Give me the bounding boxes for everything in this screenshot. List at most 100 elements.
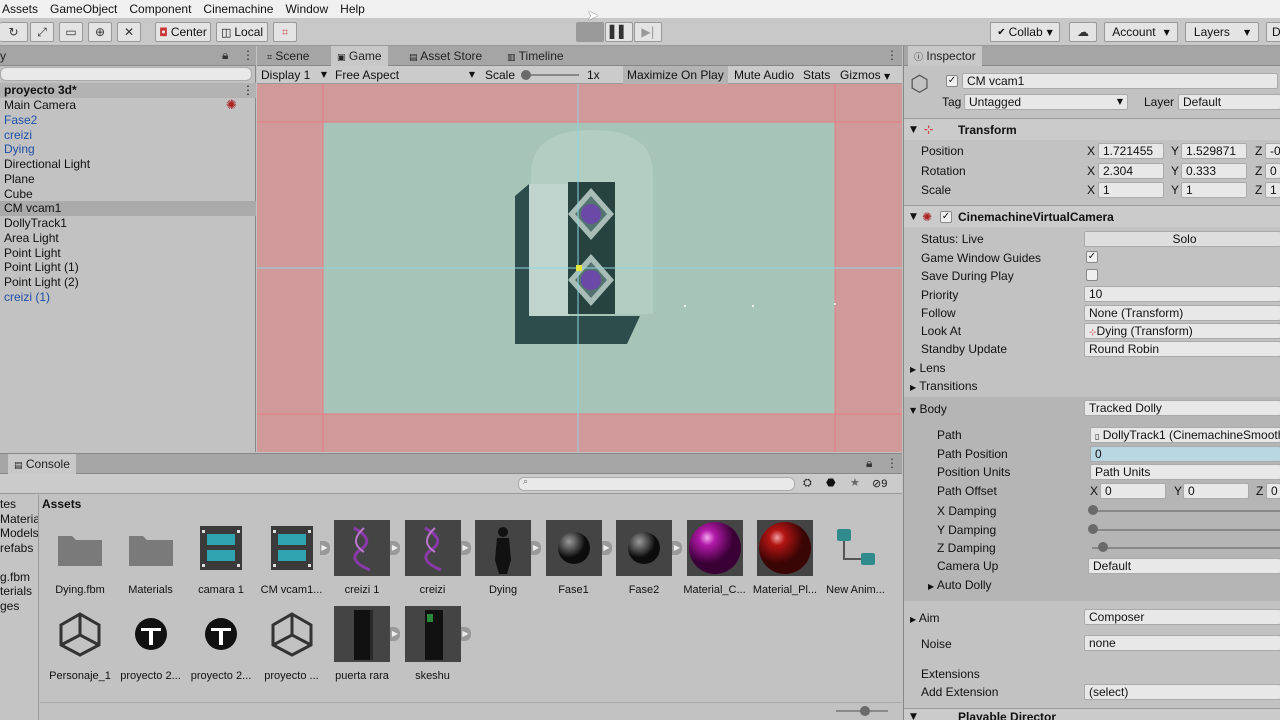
folder-tree-item[interactable]: terials	[0, 584, 38, 599]
asset-item[interactable]: Fase2	[609, 520, 679, 596]
pivot-local-button[interactable]: ◫ Local	[216, 22, 268, 42]
account-dropdown[interactable]: Account ▼	[1104, 22, 1178, 42]
lock-icon[interactable]: 🔒︎	[866, 456, 872, 471]
hierarchy-search-input[interactable]	[0, 67, 252, 81]
project-breadcrumb[interactable]: Assets	[42, 495, 81, 513]
path-offset-x-field[interactable]: 0	[1100, 483, 1166, 499]
asset-item[interactable]: CM vcam1...	[257, 520, 327, 596]
hierarchy-item[interactable]: Point Light	[0, 246, 256, 261]
layers-dropdown[interactable]: Layers ▼	[1185, 22, 1259, 42]
rotation-z-field[interactable]: 0	[1265, 163, 1280, 179]
rect-tool-icon[interactable]: ▭	[59, 22, 83, 42]
icon-size-slider-knob[interactable]	[860, 706, 870, 716]
guides-checkbox[interactable]: ✓	[1086, 251, 1098, 263]
hidden-count[interactable]: ⊘9	[872, 477, 887, 490]
expand-arrow-icon[interactable]: ▶	[460, 627, 471, 641]
step-button[interactable]: ▶|	[634, 22, 662, 42]
tab-asset-store[interactable]: ▤ Asset Store	[403, 46, 488, 66]
transform-header[interactable]: ▼ ⊹ Transform	[904, 118, 1280, 140]
scale-x-field[interactable]: 1	[1098, 182, 1164, 198]
menu-window[interactable]: Window	[279, 0, 334, 18]
pivot-center-button[interactable]: ◘ Center	[155, 22, 211, 42]
grid-snap-icon[interactable]: ⌗	[273, 22, 297, 42]
star-icon[interactable]: ★	[850, 476, 860, 489]
path-field[interactable]: ▯ DollyTrack1 (CinemachineSmoothPath)	[1090, 427, 1280, 443]
hierarchy-item[interactable]: Directional Light	[0, 157, 256, 172]
asset-item[interactable]: proyecto ...	[257, 606, 327, 682]
position-units-dropdown[interactable]: Path Units	[1090, 464, 1280, 480]
transform-tool-icon[interactable]: ⊕	[88, 22, 112, 42]
y-damping-track[interactable]	[1092, 529, 1280, 531]
asset-item[interactable]: proyecto 2...	[186, 606, 256, 682]
playable-director-header[interactable]: ▼ Playable Director	[904, 708, 1280, 720]
kebab-menu-icon[interactable]: ⋮	[242, 48, 254, 62]
asset-item[interactable]: Dying	[468, 520, 538, 596]
path-offset-y-field[interactable]: 0	[1183, 483, 1249, 499]
asset-item[interactable]: Material_Pl...	[750, 520, 820, 596]
camera-up-dropdown[interactable]: Default	[1088, 558, 1280, 574]
noise-dropdown[interactable]: none	[1084, 635, 1280, 651]
aim-foldout[interactable]: ▶ Aim	[910, 611, 940, 625]
path-position-field[interactable]: 0	[1090, 446, 1280, 462]
asset-item[interactable]: skeshu	[398, 606, 468, 682]
standby-dropdown[interactable]: Round Robin	[1084, 341, 1280, 357]
position-z-field[interactable]: -0	[1265, 143, 1280, 159]
active-checkbox[interactable]: ✓	[946, 75, 958, 87]
aim-dropdown[interactable]: Composer	[1084, 609, 1280, 625]
play-button[interactable]	[576, 22, 604, 42]
menu-cinemachine[interactable]: Cinemachine	[197, 0, 279, 18]
hierarchy-item[interactable]: Area Light	[0, 231, 256, 246]
menu-component[interactable]: Component	[123, 0, 197, 18]
kebab-menu-icon[interactable]: ⋮	[886, 48, 898, 62]
hierarchy-item[interactable]: Main Camera	[0, 98, 256, 113]
scale-tool-icon[interactable]: ⤢	[30, 22, 54, 42]
menu-assets[interactable]: Assets	[0, 0, 44, 18]
x-damping-knob[interactable]	[1088, 505, 1098, 515]
asset-item[interactable]: creizi 1	[327, 520, 397, 596]
tab-console[interactable]: ▤ Console	[8, 454, 76, 474]
transitions-foldout[interactable]: ▶ Transitions	[910, 379, 978, 393]
hierarchy-item[interactable]: CM vcam1	[0, 201, 256, 217]
asset-item[interactable]: Personaje_1	[45, 606, 115, 682]
kebab-menu-icon[interactable]: ⋮	[886, 456, 898, 470]
scale-z-field[interactable]: 1	[1265, 182, 1280, 198]
stats-toggle[interactable]: Stats	[799, 66, 834, 84]
look-at-field[interactable]: ⊹Dying (Transform)	[1084, 323, 1280, 339]
asset-item[interactable]: proyecto 2...	[116, 606, 186, 682]
folder-tree-item[interactable]: g.fbm	[0, 570, 38, 585]
folder-tree-item[interactable]: tes	[0, 497, 38, 512]
auto-dolly-foldout[interactable]: ▶ Auto Dolly	[928, 578, 992, 592]
aspect-dropdown[interactable]: Free Aspect ▼	[331, 66, 477, 84]
path-offset-z-field[interactable]: 0	[1266, 483, 1280, 499]
folder-tree-item[interactable]	[0, 555, 38, 570]
asset-item[interactable]: Material_C...	[680, 520, 750, 596]
asset-item[interactable]: puerta rara	[327, 606, 397, 682]
rotation-x-field[interactable]: 2.304	[1098, 163, 1164, 179]
z-damping-track[interactable]	[1092, 547, 1280, 549]
custom-tool-icon[interactable]: ✕	[117, 22, 141, 42]
hierarchy-item[interactable]: DollyTrack1	[0, 216, 256, 231]
filter-type-icon[interactable]: ⛭	[803, 476, 812, 490]
add-extension-dropdown[interactable]: (select)	[1084, 684, 1280, 700]
mute-audio-toggle[interactable]: Mute Audio	[730, 66, 798, 84]
hierarchy-item[interactable]: Point Light (1)	[0, 260, 256, 275]
priority-field[interactable]: 10	[1084, 286, 1280, 302]
hierarchy-item[interactable]: Plane	[0, 172, 256, 187]
y-damping-knob[interactable]	[1088, 524, 1098, 534]
scale-y-field[interactable]: 1	[1181, 182, 1247, 198]
folder-tree-item[interactable]: Materials	[0, 512, 38, 527]
label-icon[interactable]: ⬣	[826, 476, 836, 489]
hierarchy-item[interactable]: Point Light (2)	[0, 275, 256, 290]
rotation-y-field[interactable]: 0.333	[1181, 163, 1247, 179]
tab-timeline[interactable]: ▥ Timeline	[501, 46, 570, 66]
asset-item[interactable]: Fase1	[539, 520, 609, 596]
hierarchy-item[interactable]: creizi (1)	[0, 290, 256, 305]
collab-dropdown[interactable]: ✔ Collab ▼	[990, 22, 1060, 42]
pause-button[interactable]: ▌▌	[605, 22, 633, 42]
tag-dropdown[interactable]: Untagged ▼	[964, 94, 1128, 110]
scale-slider-knob[interactable]	[521, 70, 531, 80]
tab-inspector[interactable]: ⓘ Inspector	[908, 46, 982, 66]
asset-item[interactable]: creizi	[398, 520, 468, 596]
kebab-menu-icon[interactable]: ⋮	[242, 83, 254, 98]
menu-help[interactable]: Help	[334, 0, 371, 18]
